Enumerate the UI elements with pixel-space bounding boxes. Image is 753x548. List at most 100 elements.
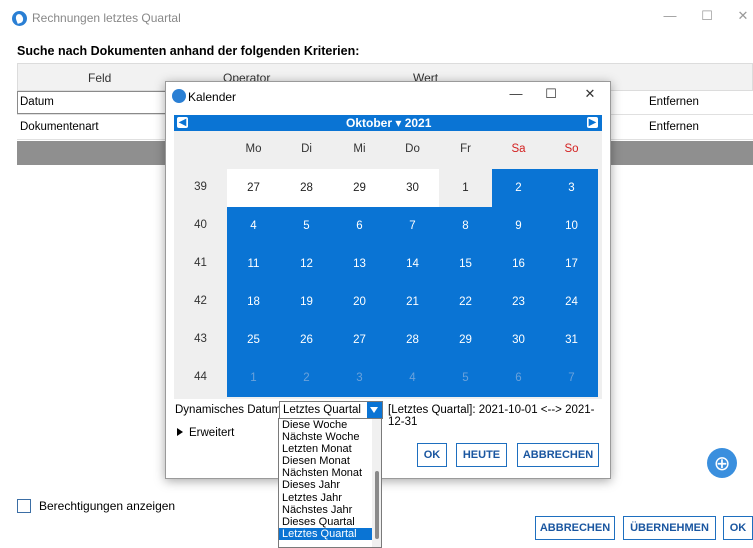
weekday-header: Mi (353, 143, 366, 155)
week-number: 44 (194, 371, 207, 383)
month-year-selector[interactable]: Oktober ▾ 2021 (346, 116, 431, 130)
calendar-day[interactable]: 20 (333, 283, 386, 321)
cancel-button[interactable]: ABBRECHEN (535, 516, 615, 540)
calendar-day[interactable]: 2 (492, 169, 545, 207)
calendar-day[interactable]: 7 (545, 359, 598, 397)
calendar-day[interactable]: 9 (492, 207, 545, 245)
calendar-day[interactable]: 28 (280, 169, 333, 207)
calendar-day[interactable]: 3 (545, 169, 598, 207)
app-logo-icon (172, 89, 186, 103)
calendar-day[interactable]: 27 (333, 321, 386, 359)
calendar-day[interactable]: 8 (439, 207, 492, 245)
calendar-day[interactable]: 1 (227, 359, 280, 397)
dropdown-option[interactable]: Nächsten Monat (279, 467, 381, 479)
remove-link[interactable]: Entfernen (649, 121, 699, 133)
calendar-day[interactable]: 31 (545, 321, 598, 359)
permissions-checkbox[interactable] (17, 499, 31, 513)
calendar-day[interactable]: 25 (227, 321, 280, 359)
dropdown-option[interactable]: Letztes Jahr (279, 492, 381, 504)
dropdown-option[interactable]: Letztes Quartal (279, 527, 381, 540)
dropdown-option[interactable]: Dieses Quartal (279, 516, 381, 528)
weekday-header: Do (405, 143, 420, 155)
week-number: 42 (194, 295, 207, 307)
calendar-day[interactable]: 30 (386, 169, 439, 207)
calendar-day[interactable]: 15 (439, 245, 492, 283)
close-button[interactable]: ✕ (728, 8, 753, 24)
add-criterion-button[interactable]: ⊕ (707, 448, 737, 478)
previous-month-arrow-icon[interactable]: ◀ (177, 117, 188, 128)
calendar-day[interactable]: 2 (280, 359, 333, 397)
calendar-day[interactable]: 29 (439, 321, 492, 359)
apply-button[interactable]: ÜBERNEHMEN (623, 516, 716, 540)
advanced-toggle[interactable]: Erweitert (177, 427, 234, 439)
calendar-day[interactable]: 26 (280, 321, 333, 359)
calendar-day[interactable]: 12 (280, 245, 333, 283)
calendar-day[interactable]: 18 (227, 283, 280, 321)
weekday-header: Sa (511, 143, 526, 155)
today-button[interactable]: HEUTE (456, 443, 507, 467)
dialog-close-button[interactable]: ✕ (576, 86, 604, 102)
calendar-day[interactable]: 22 (439, 283, 492, 321)
weekday-header: Fr (460, 143, 471, 155)
calendar-ok-button[interactable]: OK (417, 443, 447, 467)
calendar-day[interactable]: 4 (386, 359, 439, 397)
calendar-day[interactable]: 19 (280, 283, 333, 321)
app-logo-icon (12, 11, 27, 26)
calendar-day[interactable]: 30 (492, 321, 545, 359)
calendar-day[interactable]: 6 (333, 207, 386, 245)
scrollbar-thumb[interactable] (375, 471, 379, 539)
dialog-title: Kalender (188, 90, 237, 104)
calendar-day[interactable]: 14 (386, 245, 439, 283)
calendar-day[interactable]: 3 (333, 359, 386, 397)
calendar-day[interactable]: 6 (492, 359, 545, 397)
scrollbar[interactable] (372, 419, 381, 547)
field-name: Datum (20, 96, 54, 108)
maximize-button[interactable]: ☐ (692, 8, 722, 24)
calendar-day[interactable]: 24 (545, 283, 598, 321)
calendar-day[interactable]: 5 (439, 359, 492, 397)
calendar-day[interactable]: 1 (439, 169, 492, 207)
dropdown-option[interactable]: Diese Woche (279, 419, 381, 431)
dynamic-date-options[interactable]: Diese Woche Nächste Woche Letzten Monat Die… (278, 418, 382, 548)
calendar-day[interactable]: 10 (545, 207, 598, 245)
dynamic-date-select[interactable]: Letztes Quartal (279, 401, 383, 419)
remove-link[interactable]: Entfernen (649, 96, 699, 108)
dropdown-option[interactable]: Nächstes Jahr (279, 504, 381, 516)
permissions-option[interactable]: Berechtigungen anzeigen (17, 499, 175, 513)
plus-circle-icon: ⊕ (713, 452, 731, 475)
date-range-text: [Letztes Quartal]: 2021-10-01 <--> 2021-… (388, 404, 595, 428)
calendar-cancel-button[interactable]: ABBRECHEN (517, 443, 599, 467)
calendar-day[interactable]: 21 (386, 283, 439, 321)
chevron-down-icon[interactable] (367, 402, 382, 418)
calendar-day[interactable]: 27 (227, 169, 280, 207)
calendar-day[interactable]: 5 (280, 207, 333, 245)
minimize-button[interactable]: — (655, 8, 685, 23)
calendar-day[interactable]: 29 (333, 169, 386, 207)
calendar-day[interactable]: 4 (227, 207, 280, 245)
calendar-day[interactable]: 17 (545, 245, 598, 283)
dropdown-option[interactable]: Letzten Monat (279, 443, 381, 455)
calendar-day[interactable]: 28 (386, 321, 439, 359)
dialog-minimize-button[interactable]: — (502, 86, 530, 101)
month-navigation: ◀ Oktober ▾ 2021 ▶ (174, 115, 602, 131)
dropdown-option[interactable]: Dieses Jahr (279, 479, 381, 491)
calendar-dialog: Kalender — ☐ ✕ ◀ Oktober ▾ 2021 ▶ Mo Di Mi… (165, 81, 611, 479)
column-header-feld[interactable]: Feld (88, 71, 111, 85)
weekday-header: So (564, 143, 579, 155)
dynamic-date-label: Dynamisches Datum (175, 404, 282, 416)
weekday-header: Mo (245, 143, 262, 155)
permissions-label: Berechtigungen anzeigen (39, 499, 176, 513)
week-number: 43 (194, 333, 207, 345)
calendar-day[interactable]: 16 (492, 245, 545, 283)
dropdown-option[interactable]: Nächste Woche (279, 431, 381, 443)
calendar-day[interactable]: 23 (492, 283, 545, 321)
dropdown-option[interactable]: Diesen Monat (279, 455, 381, 467)
ok-button[interactable]: OK (723, 516, 753, 540)
calendar-day[interactable]: 11 (227, 245, 280, 283)
title-bar: Rechnungen letztes Quartal — ☐ ✕ (0, 0, 753, 38)
calendar-day[interactable]: 13 (333, 245, 386, 283)
week-number: 39 (194, 181, 207, 193)
dialog-maximize-button[interactable]: ☐ (537, 86, 565, 102)
next-month-arrow-icon[interactable]: ▶ (587, 117, 598, 128)
calendar-day[interactable]: 7 (386, 207, 439, 245)
